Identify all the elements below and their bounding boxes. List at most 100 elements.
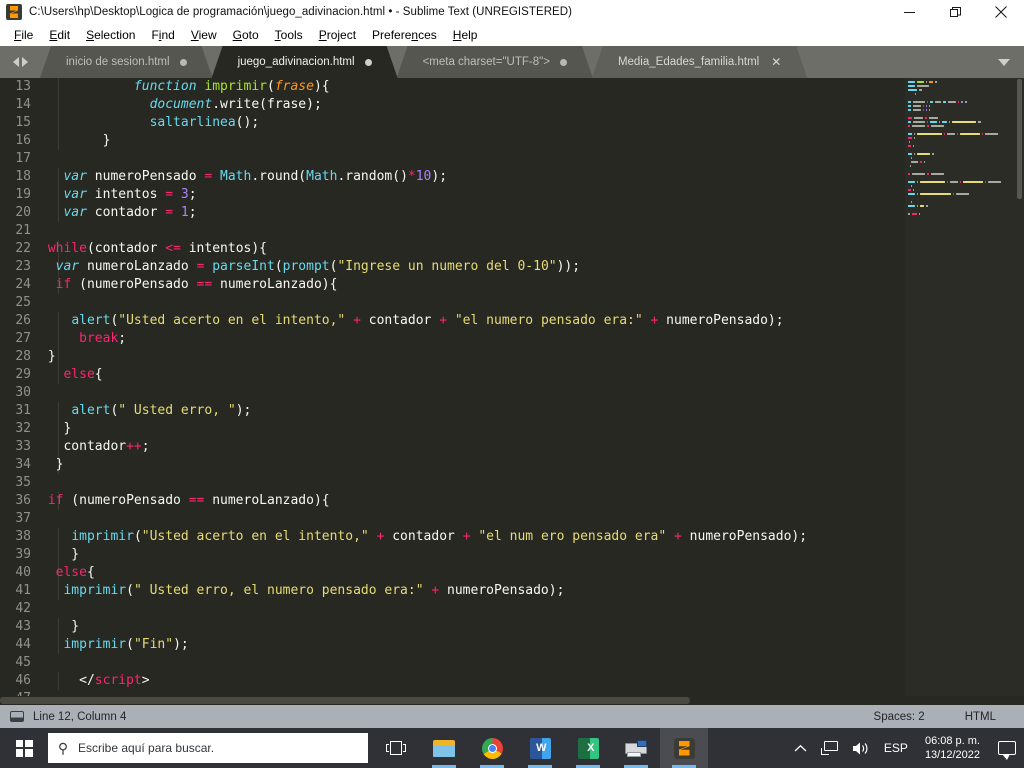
minimize-icon[interactable]	[886, 0, 932, 24]
search-input[interactable]: ⚲ Escribe aquí para buscar.	[48, 733, 368, 763]
code-line[interactable]: 19 var intentos = 3;	[0, 186, 905, 204]
minimap[interactable]	[905, 78, 1024, 696]
code-text[interactable]: function imprimir(frase){	[40, 78, 905, 96]
windows-start-icon[interactable]	[0, 728, 48, 768]
code-text[interactable]: }	[40, 132, 905, 150]
code-line[interactable]: 35	[0, 474, 905, 492]
code-line[interactable]: 15 saltarlinea();	[0, 114, 905, 132]
network-icon[interactable]	[814, 728, 845, 768]
code-text[interactable]: document.write(frase);	[40, 96, 905, 114]
microsoft-excel-icon[interactable]: X	[564, 728, 612, 768]
code-text[interactable]: var contador = 1;	[40, 204, 905, 222]
code-line[interactable]: 42	[0, 600, 905, 618]
code-line[interactable]: 34 }	[0, 456, 905, 474]
google-chrome-icon[interactable]	[468, 728, 516, 768]
code-line[interactable]: 13 function imprimir(frase){	[0, 78, 905, 96]
code-line[interactable]: 43 }	[0, 618, 905, 636]
code-line[interactable]: 33 contador++;	[0, 438, 905, 456]
code-line[interactable]: 26 alert("Usted acerto en el intento," +…	[0, 312, 905, 330]
language-indicator[interactable]: ESP	[877, 728, 915, 768]
code-line[interactable]: 22 while(contador <= intentos){	[0, 240, 905, 258]
unsaved-indicator-icon[interactable]	[560, 59, 567, 66]
code-text[interactable]: }	[40, 546, 905, 564]
code-text[interactable]: else{	[40, 366, 905, 384]
horizontal-scrollbar[interactable]	[0, 696, 905, 705]
code-text[interactable]: break;	[40, 330, 905, 348]
tab-1[interactable]: juego_adivinacion.html	[212, 46, 398, 78]
code-line[interactable]: 23 var numeroLanzado = parseInt(prompt("…	[0, 258, 905, 276]
code-text[interactable]: }	[40, 456, 905, 474]
code-text[interactable]: else{	[40, 564, 905, 582]
code-text[interactable]: var numeroPensado = Math.round(Math.rand…	[40, 168, 905, 186]
file-explorer-icon[interactable]	[420, 728, 468, 768]
minimap-viewport[interactable]	[1017, 79, 1022, 199]
code-line[interactable]: 44 imprimir("Fin");	[0, 636, 905, 654]
code-line[interactable]: 21	[0, 222, 905, 240]
code-view[interactable]: 13 function imprimir(frase){14 document.…	[0, 78, 905, 696]
unsaved-indicator-icon[interactable]	[180, 59, 187, 66]
code-text[interactable]: }	[40, 348, 905, 366]
code-text[interactable]: imprimir(" Usted erro, el numero pensado…	[40, 582, 905, 600]
code-line[interactable]: 29 else{	[0, 366, 905, 384]
volume-icon[interactable]	[845, 728, 877, 768]
printer-icon[interactable]	[612, 728, 660, 768]
code-text[interactable]: imprimir("Usted acerto en el intento," +…	[40, 528, 905, 546]
menu-item-file[interactable]: File	[6, 26, 41, 44]
arrow-right-icon[interactable]	[21, 57, 28, 67]
code-line[interactable]: 39 }	[0, 546, 905, 564]
code-line[interactable]: 32 }	[0, 420, 905, 438]
code-text[interactable]: imprimir("Fin");	[40, 636, 905, 654]
code-line[interactable]: 31 alert(" Usted erro, ");	[0, 402, 905, 420]
code-line[interactable]: 16 }	[0, 132, 905, 150]
code-line[interactable]: 46 </script>	[0, 672, 905, 690]
code-line[interactable]: 36 if (numeroPensado == numeroLanzado){	[0, 492, 905, 510]
code-text[interactable]: if (numeroPensado == numeroLanzado){	[40, 492, 905, 510]
code-text[interactable]: }	[40, 420, 905, 438]
code-text[interactable]: var intentos = 3;	[40, 186, 905, 204]
code-line[interactable]: 17	[0, 150, 905, 168]
code-line[interactable]: 37	[0, 510, 905, 528]
menu-item-edit[interactable]: Edit	[41, 26, 78, 44]
microsoft-word-icon[interactable]: W	[516, 728, 564, 768]
tab-2[interactable]: <meta charset="UTF-8">	[397, 46, 593, 78]
horizontal-scrollbar-thumb[interactable]	[0, 697, 690, 704]
code-line[interactable]: 28 }	[0, 348, 905, 366]
code-text[interactable]: while(contador <= intentos){	[40, 240, 905, 258]
code-line[interactable]: 24 if (numeroPensado == numeroLanzado){	[0, 276, 905, 294]
indent-setting-label[interactable]: Spaces: 2	[874, 711, 925, 723]
menu-item-help[interactable]: Help	[445, 26, 486, 44]
action-center-icon[interactable]	[990, 728, 1024, 768]
code-line[interactable]: 18 var numeroPensado = Math.round(Math.r…	[0, 168, 905, 186]
menu-item-find[interactable]: Find	[143, 26, 182, 44]
code-line[interactable]: 41 imprimir(" Usted erro, el numero pens…	[0, 582, 905, 600]
sublime-text-taskbar-icon[interactable]	[660, 728, 708, 768]
code-text[interactable]: var numeroLanzado = parseInt(prompt("Ing…	[40, 258, 905, 276]
menu-item-preferences[interactable]: Preferences	[364, 26, 445, 44]
syntax-mode-label[interactable]: HTML	[965, 711, 996, 723]
tab-close-icon[interactable]: ✕	[771, 56, 781, 68]
menu-item-selection[interactable]: Selection	[78, 26, 143, 44]
code-line[interactable]: 27 break;	[0, 330, 905, 348]
code-text[interactable]: }	[40, 618, 905, 636]
clock[interactable]: 06:08 p. m. 13/12/2022	[915, 728, 990, 768]
panel-icon[interactable]	[10, 711, 24, 722]
tab-0[interactable]: inicio de sesion.html	[40, 46, 213, 78]
code-text[interactable]: alert(" Usted erro, ");	[40, 402, 905, 420]
code-line[interactable]: 25	[0, 294, 905, 312]
menu-item-view[interactable]: View	[183, 26, 225, 44]
code-line[interactable]: 14 document.write(frase);	[0, 96, 905, 114]
task-view-icon[interactable]	[372, 728, 420, 768]
close-icon[interactable]	[978, 0, 1024, 24]
arrow-left-icon[interactable]	[12, 57, 19, 67]
menu-item-project[interactable]: Project	[311, 26, 364, 44]
chevron-up-icon[interactable]	[787, 728, 814, 768]
code-line[interactable]: 38 imprimir("Usted acerto en el intento,…	[0, 528, 905, 546]
code-line[interactable]: 30	[0, 384, 905, 402]
unsaved-indicator-icon[interactable]	[365, 59, 372, 66]
code-line[interactable]: 20 var contador = 1;	[0, 204, 905, 222]
tab-3[interactable]: Media_Edades_familia.html ✕	[592, 46, 807, 78]
code-text[interactable]: contador++;	[40, 438, 905, 456]
menu-item-goto[interactable]: Goto	[225, 26, 267, 44]
code-text[interactable]: saltarlinea();	[40, 114, 905, 132]
code-line[interactable]: 40 else{	[0, 564, 905, 582]
